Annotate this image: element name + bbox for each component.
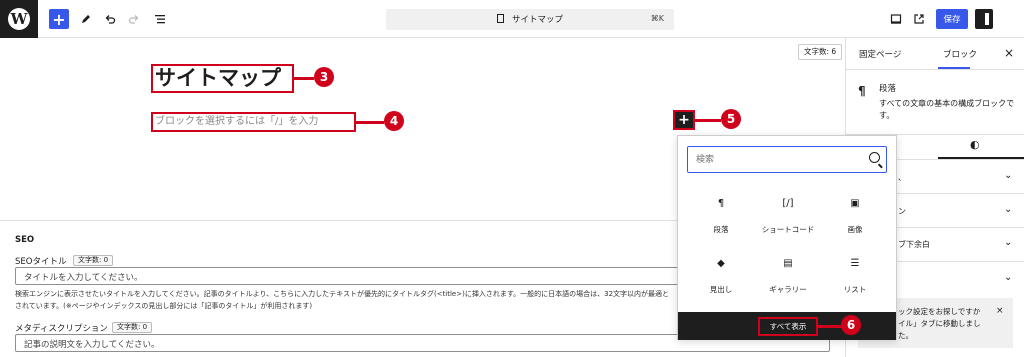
callout-line-3 <box>294 77 314 80</box>
callout-badge-4: 4 <box>384 111 404 131</box>
redo-button[interactable] <box>124 9 144 29</box>
block-item-label: 見出し <box>709 285 733 294</box>
command-palette-bar[interactable]: サイトマップ ⌘K <box>386 9 674 30</box>
contrast-icon: ◐ <box>970 138 980 151</box>
styles-tab[interactable]: ◐ <box>970 138 980 151</box>
sidebar-close-button[interactable]: × <box>1004 46 1014 60</box>
image-icon: ▣ <box>850 198 860 209</box>
document-title: サイトマップ <box>511 15 563 25</box>
shortcut-hint: ⌘K <box>650 14 664 23</box>
wordpress-logo-icon: W <box>8 8 30 30</box>
wordpress-logo-button[interactable]: W <box>0 0 38 38</box>
redo-icon <box>128 15 139 24</box>
tools-button[interactable] <box>76 9 96 29</box>
list-view-icon <box>155 15 165 24</box>
block-search-field[interactable] <box>687 146 887 173</box>
document-overview-button[interactable] <box>150 9 170 29</box>
block-item-list[interactable]: ☰ リスト <box>822 258 888 308</box>
plus-icon: + <box>52 9 66 29</box>
quick-inserter-popover: ¶ 段落 [/] ショートコード ▣ 画像 ◆ 見出し ▤ ギャラリー ☰ リス… <box>677 135 897 340</box>
block-inserter-button[interactable]: + <box>673 110 695 130</box>
seo-title-label: SEOタイトル <box>15 257 67 267</box>
block-item-gallery[interactable]: ▤ ギャラリー <box>755 258 821 308</box>
paragraph-icon: ¶ <box>717 198 725 209</box>
block-item-shortcode[interactable]: [/] ショートコード <box>755 198 821 248</box>
block-item-label: 画像 <box>847 225 863 234</box>
callout-line-5 <box>695 119 721 122</box>
chevron-down-icon[interactable]: ⌄ <box>1004 170 1012 181</box>
notice-close-button[interactable]: × <box>996 306 1004 316</box>
tab-block[interactable]: ブロック <box>943 48 977 60</box>
view-button[interactable] <box>886 9 906 29</box>
undo-icon <box>105 15 116 24</box>
callout-line-4 <box>356 121 384 124</box>
tab-page[interactable]: 固定ページ <box>859 48 901 60</box>
shortcode-icon: [/] <box>782 198 794 209</box>
preview-button[interactable] <box>909 9 929 29</box>
block-item-label: リスト <box>843 285 867 294</box>
chevron-down-icon[interactable]: ⌄ <box>1004 237 1012 248</box>
search-icon <box>869 152 880 163</box>
browse-all-button[interactable]: すべて表示 <box>758 317 818 336</box>
paragraph-block-placeholder[interactable]: ブロックを選択するには「/」を入力 <box>151 112 356 132</box>
external-link-icon <box>914 14 924 24</box>
callout-badge-3: 3 <box>314 67 334 87</box>
post-title[interactable]: サイトマップ <box>151 64 294 93</box>
word-count-badge: 文字数: 6 <box>798 44 843 60</box>
pencil-icon <box>82 15 90 23</box>
gallery-icon: ▤ <box>783 258 793 269</box>
desktop-icon <box>890 14 902 24</box>
panel-color-label: ン <box>898 207 906 216</box>
panel-margin-label: ブ下余白 <box>898 240 930 249</box>
close-icon: × <box>1004 46 1015 60</box>
bookmark-icon: ◆ <box>717 258 725 269</box>
block-item-heading[interactable]: ◆ 見出し <box>688 258 754 308</box>
divider <box>846 69 1024 70</box>
paragraph-icon: ¶ <box>858 84 866 98</box>
callout-badge-6: 6 <box>841 315 861 335</box>
block-item-label: 段落 <box>713 225 729 234</box>
block-item-image[interactable]: ▣ 画像 <box>822 198 888 248</box>
block-inserter-toggle-button[interactable]: + <box>49 9 69 29</box>
callout-badge-5: 5 <box>721 109 741 129</box>
block-search-input[interactable] <box>688 147 886 172</box>
save-button[interactable]: 保存 <box>936 9 968 29</box>
undo-button[interactable] <box>100 9 120 29</box>
block-item-label: ギャラリー <box>769 285 807 294</box>
block-item-paragraph[interactable]: ¶ 段落 <box>688 198 754 248</box>
plus-icon: + <box>678 112 690 128</box>
meta-description-label: メタディスクリプション <box>15 324 108 334</box>
block-item-label: ショートコード <box>761 225 815 234</box>
callout-line-6 <box>817 325 841 328</box>
editor-top-toolbar: W + サイトマップ ⌘K 保存 <box>0 0 1024 38</box>
seo-title-help-text: 検索エンジンに表示させたいタイトルを入力してください。記事のタイトルより、こちら… <box>15 290 670 310</box>
close-icon: × <box>996 306 1004 316</box>
inserter-footer: すべて表示 <box>678 312 896 340</box>
notice-text: ック設定をお探しですか イル」タブに移動しまし た。 <box>898 307 981 340</box>
chevron-down-icon[interactable]: ⌄ <box>1004 204 1012 215</box>
meta-description-char-count: 文字数: 0 <box>112 322 153 333</box>
block-card-title: 段落 <box>879 84 897 94</box>
seo-title-char-count: 文字数: 0 <box>73 255 114 266</box>
list-icon: ☰ <box>850 258 860 269</box>
chevron-down-icon[interactable]: ⌄ <box>1004 272 1012 283</box>
settings-toggle-button[interactable] <box>975 9 993 29</box>
document-title-row: サイトマップ <box>386 13 674 25</box>
block-card-description: すべての文章の基本の構成ブロックです。 <box>879 99 1015 120</box>
panel-typography-label: 、 <box>898 173 906 182</box>
page-icon <box>496 14 504 23</box>
seo-section-title: SEO <box>15 235 35 245</box>
